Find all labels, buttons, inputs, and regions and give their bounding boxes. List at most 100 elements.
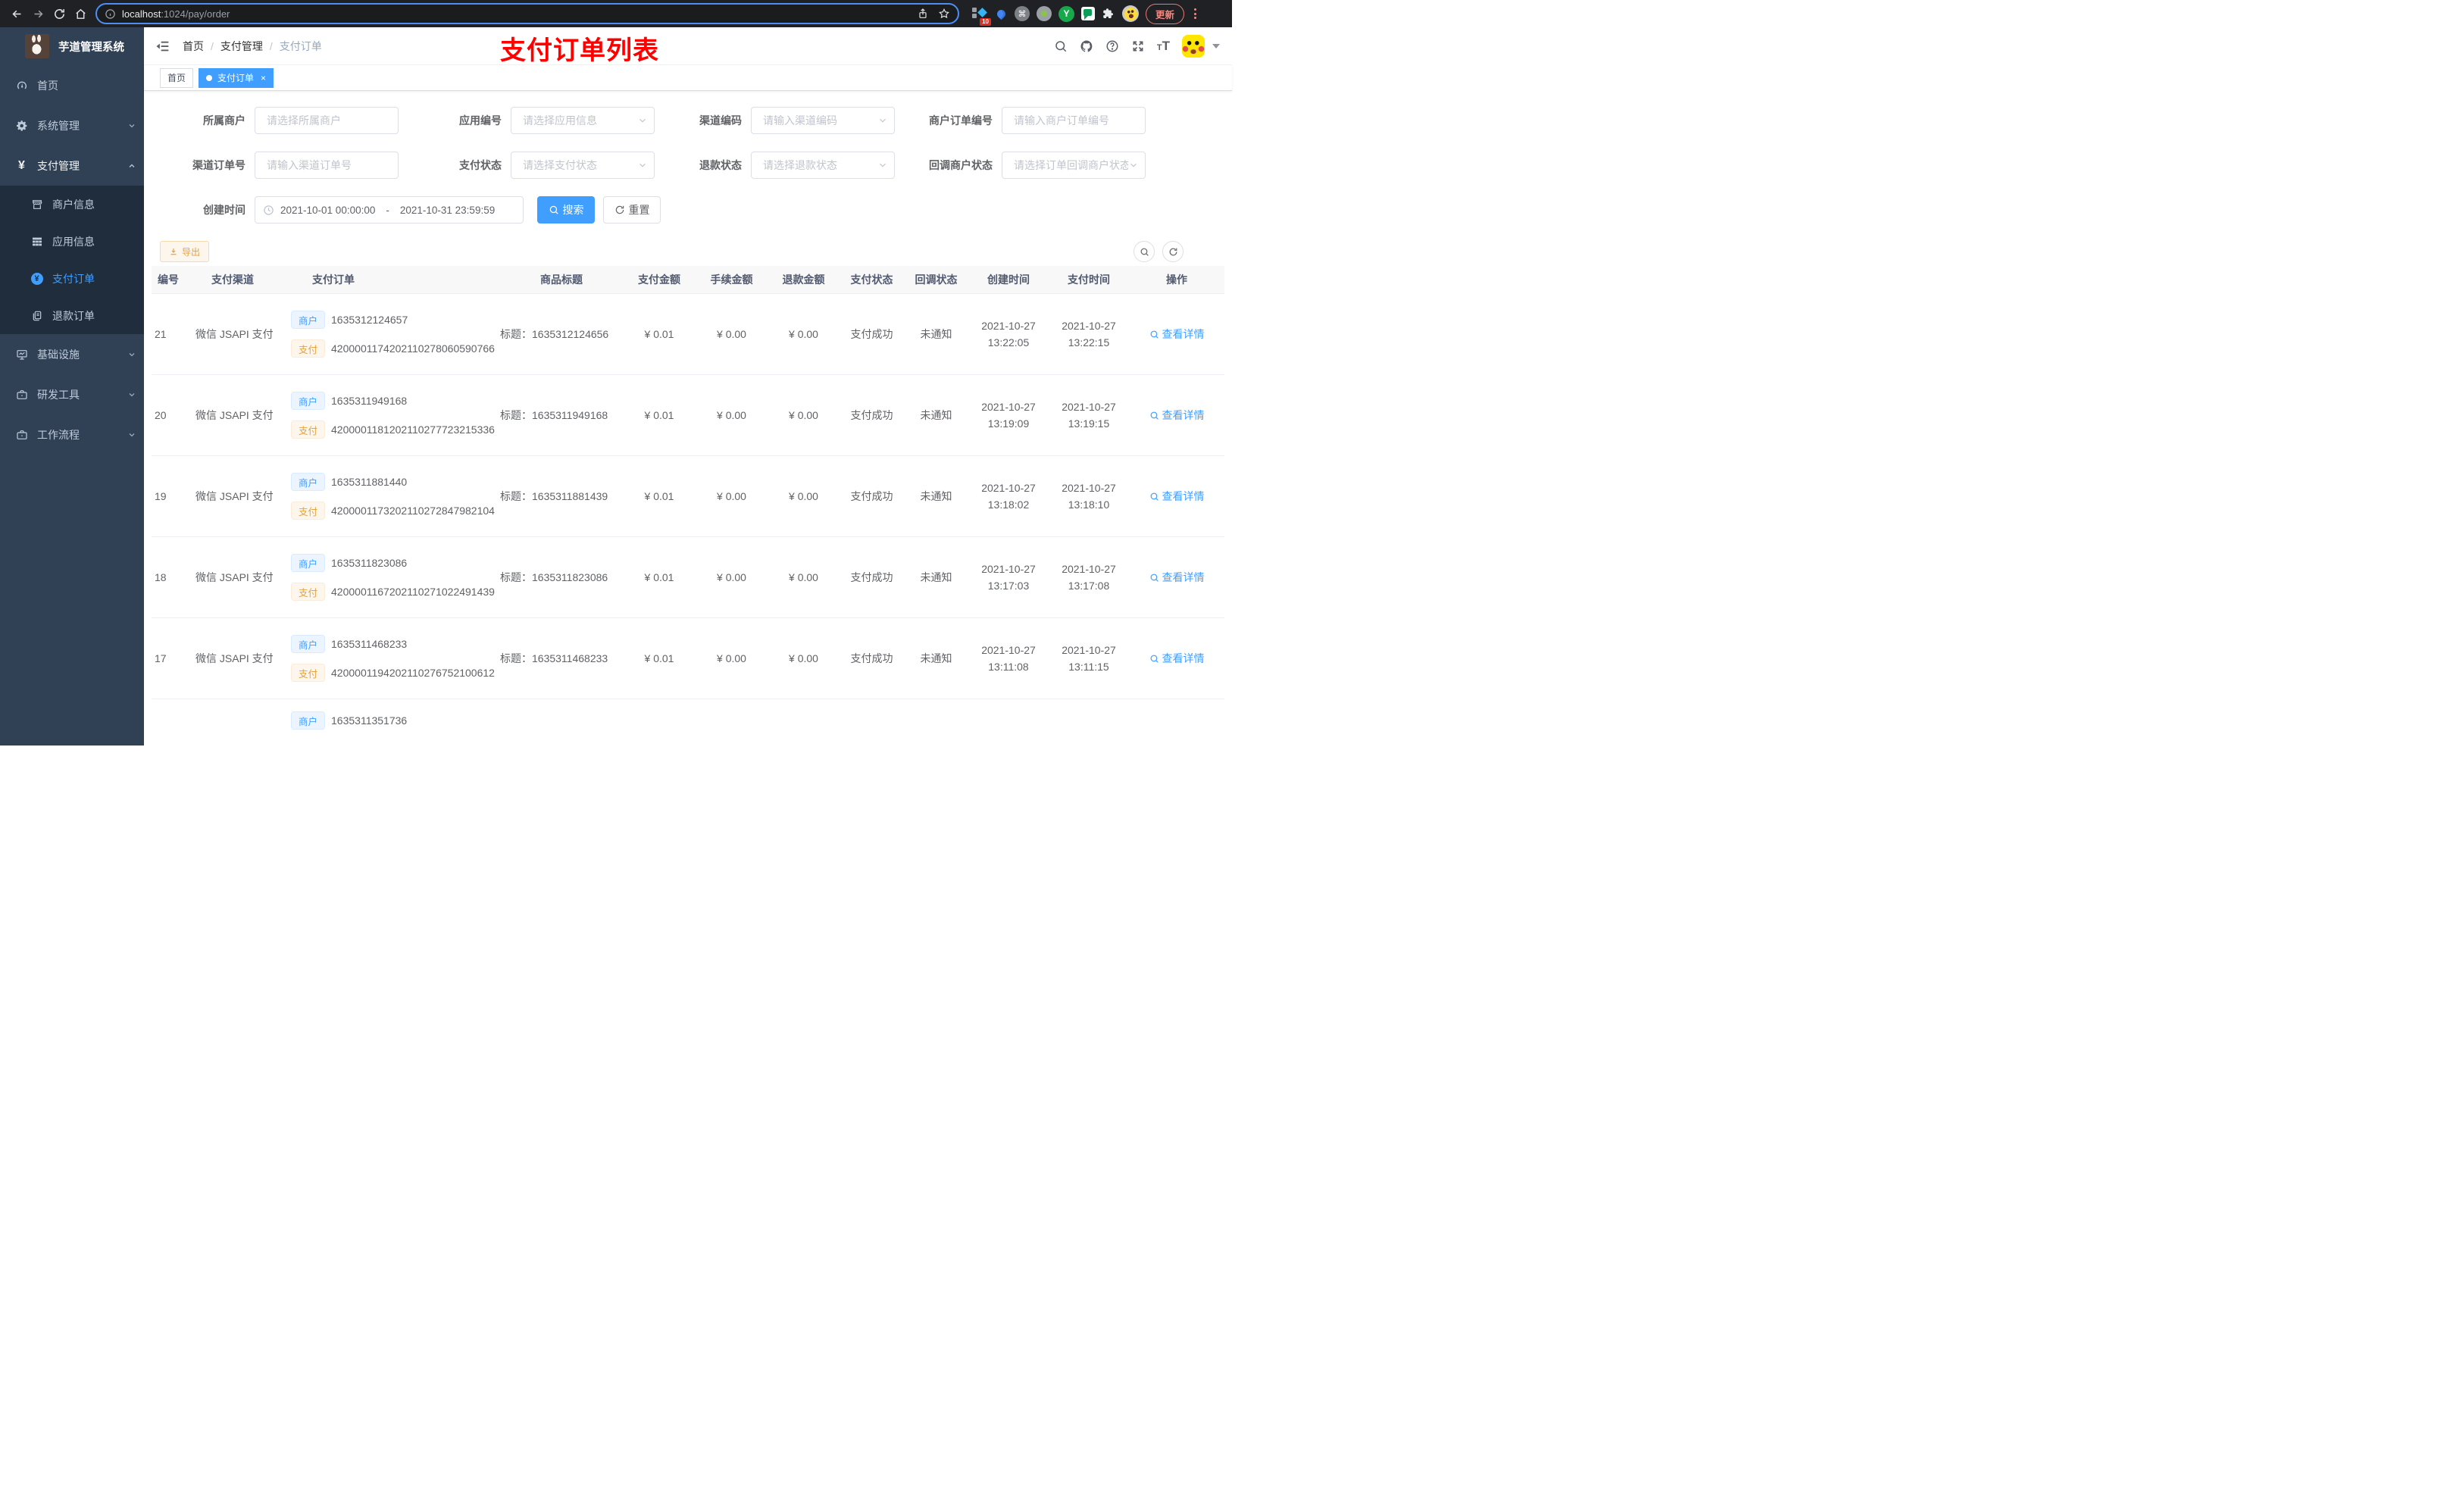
merchant-tag: 商户 [291,711,326,730]
yen-icon: ¥ [18,158,25,172]
sidebar-item-pay-order[interactable]: ¥ 支付订单 [0,260,144,297]
close-icon[interactable]: × [261,73,266,83]
col-channel: 支付渠道 [211,274,254,286]
update-button[interactable]: 更新 [1146,3,1185,24]
col-create-time: 创建时间 [987,274,1030,286]
view-detail-link[interactable]: 查看详情 [1149,408,1205,423]
content: 所属商户 应用编号 渠道编码 商户订单编号 渠道订单号 支付状态 [144,91,1232,746]
payment-submenu: 商户信息 应用信息 ¥ 支付订单 退款订单 [0,186,144,334]
refresh-button[interactable] [1162,241,1184,262]
label-merchant: 所属商户 [203,114,245,127]
view-detail-link[interactable]: 查看详情 [1149,651,1205,666]
font-size-icon[interactable]: TT [1157,39,1170,52]
label-app: 应用编号 [459,114,502,127]
table-toolbar: 导出 [144,241,1232,262]
sidebar-item-payment[interactable]: ¥ 支付管理 [0,145,144,186]
chevron-up-icon [129,164,135,167]
sidebar-item-workflow[interactable]: 工作流程 [0,414,144,455]
sidebar-item-home[interactable]: 首页 [0,65,144,105]
fullscreen-icon[interactable] [1131,39,1145,53]
sidebar-item-merchant-info[interactable]: 商户信息 [0,186,144,223]
extensions-puzzle-icon[interactable] [1102,7,1115,20]
navbar: 首页 / 支付管理 / 支付订单 支付订单列表 TT [144,27,1232,65]
forward-icon[interactable] [27,3,48,24]
extension-badge-icon[interactable]: 10 [971,6,991,26]
toggle-search-button[interactable] [1134,241,1155,262]
search-icon[interactable] [1054,39,1068,53]
sidebar-item-dev-tools[interactable]: 研发工具 [0,374,144,414]
export-button[interactable]: 导出 [160,241,210,262]
merchant-tag: 商户 [291,392,326,410]
sidebar-fold-icon[interactable] [155,39,170,54]
pay-status: 支付成功 [850,571,893,583]
label-pay-status: 支付状态 [459,159,502,171]
dashboard-icon [15,79,28,92]
label-callback-status: 回调商户状态 [929,159,993,171]
url-bar[interactable]: localhost:1024/pay/order [95,3,959,24]
col-pay-status: 支付状态 [850,274,893,286]
briefcase-icon [15,428,28,441]
notify-status: 未通知 [920,571,952,583]
reload-icon[interactable] [48,3,70,24]
profile-avatar-icon[interactable] [1122,5,1139,22]
orders-table: 编号 支付渠道 支付订单 商品标题 支付金额 手续金额 退款金额 支付状态 回调… [152,266,1224,746]
table-row: 17 微信 JSAPI 支付 商户 1635311468233 支付 4200001… [152,618,1224,699]
home-icon[interactable] [70,3,91,24]
bookmark-star-icon[interactable] [938,8,950,20]
sidebar-item-infrastructure[interactable]: 基础设施 [0,334,144,374]
breadcrumb-home[interactable]: 首页 [183,39,204,54]
label-refund-status: 退款状态 [699,159,742,171]
pay-status: 支付成功 [850,490,893,502]
pay-tag: 支付 [291,583,326,601]
col-fee: 手续金额 [710,274,753,286]
refund-status-select[interactable] [751,152,895,179]
tag-pay-order[interactable]: 支付订单 × [199,67,274,88]
view-detail-link[interactable]: 查看详情 [1149,570,1205,585]
browser-menu-icon[interactable] [1191,8,1199,19]
search-icon [1150,411,1159,420]
channel-code-select[interactable] [751,107,895,134]
table-row-partial: 商户 1635311351736 [152,699,1224,746]
user-avatar[interactable] [1182,34,1205,58]
tag-home[interactable]: 首页 [160,67,194,88]
notify-status: 未通知 [920,328,952,340]
merchant-order-no-input[interactable] [1002,107,1146,134]
reset-button[interactable]: 重置 [603,196,661,223]
y-extension-icon[interactable]: Y [1058,5,1074,22]
view-detail-link[interactable]: 查看详情 [1149,327,1205,342]
browser-toolbar: localhost:1024/pay/order 10 ⌘ Y 更新 [0,0,1232,27]
col-action: 操作 [1166,274,1187,286]
app-select[interactable] [511,107,655,134]
label-merchant-order-no: 商户订单编号 [929,114,993,127]
view-detail-link[interactable]: 查看详情 [1149,489,1205,504]
col-order: 支付订单 [312,274,355,286]
merchant-input[interactable] [255,107,399,134]
create-time-range-input[interactable]: 2021-10-01 00:00:00 - 2021-10-31 23:59:5… [255,196,524,223]
avatar-caret-icon[interactable] [1212,43,1220,48]
sidebar-item-refund-order[interactable]: 退款订单 [0,297,144,334]
channel-order-no-input[interactable] [255,152,399,179]
help-icon[interactable] [1105,39,1119,53]
extension-row: 10 ⌘ Y 更新 [971,3,1201,26]
command-extension-icon[interactable]: ⌘ [1015,6,1030,21]
share-icon[interactable] [917,8,929,20]
pay-tag: 支付 [291,664,326,682]
chat-extension-icon[interactable] [1081,7,1095,20]
github-icon[interactable] [1080,39,1093,53]
info-icon[interactable] [105,8,116,20]
table-row: 18 微信 JSAPI 支付 商户 1635311823086 支付 4200001… [152,537,1224,618]
pay-status: 支付成功 [850,652,893,664]
search-button[interactable]: 搜索 [537,196,595,223]
chevron-down-icon [1130,163,1137,167]
pin-extension-icon[interactable] [995,8,1008,20]
pay-status-select[interactable] [511,152,655,179]
table-row: 21 微信 JSAPI 支付 商户 1635312124657 支付 4200001… [152,294,1224,375]
shop-icon [30,198,43,211]
sidebar-item-system[interactable]: 系统管理 [0,105,144,145]
sidebar-item-app-info[interactable]: 应用信息 [0,223,144,260]
callback-status-select[interactable] [1002,152,1146,179]
recorder-extension-icon[interactable] [1037,6,1052,21]
search-icon [1150,330,1159,339]
back-icon[interactable] [6,3,27,24]
breadcrumb-payment[interactable]: 支付管理 [220,39,263,54]
